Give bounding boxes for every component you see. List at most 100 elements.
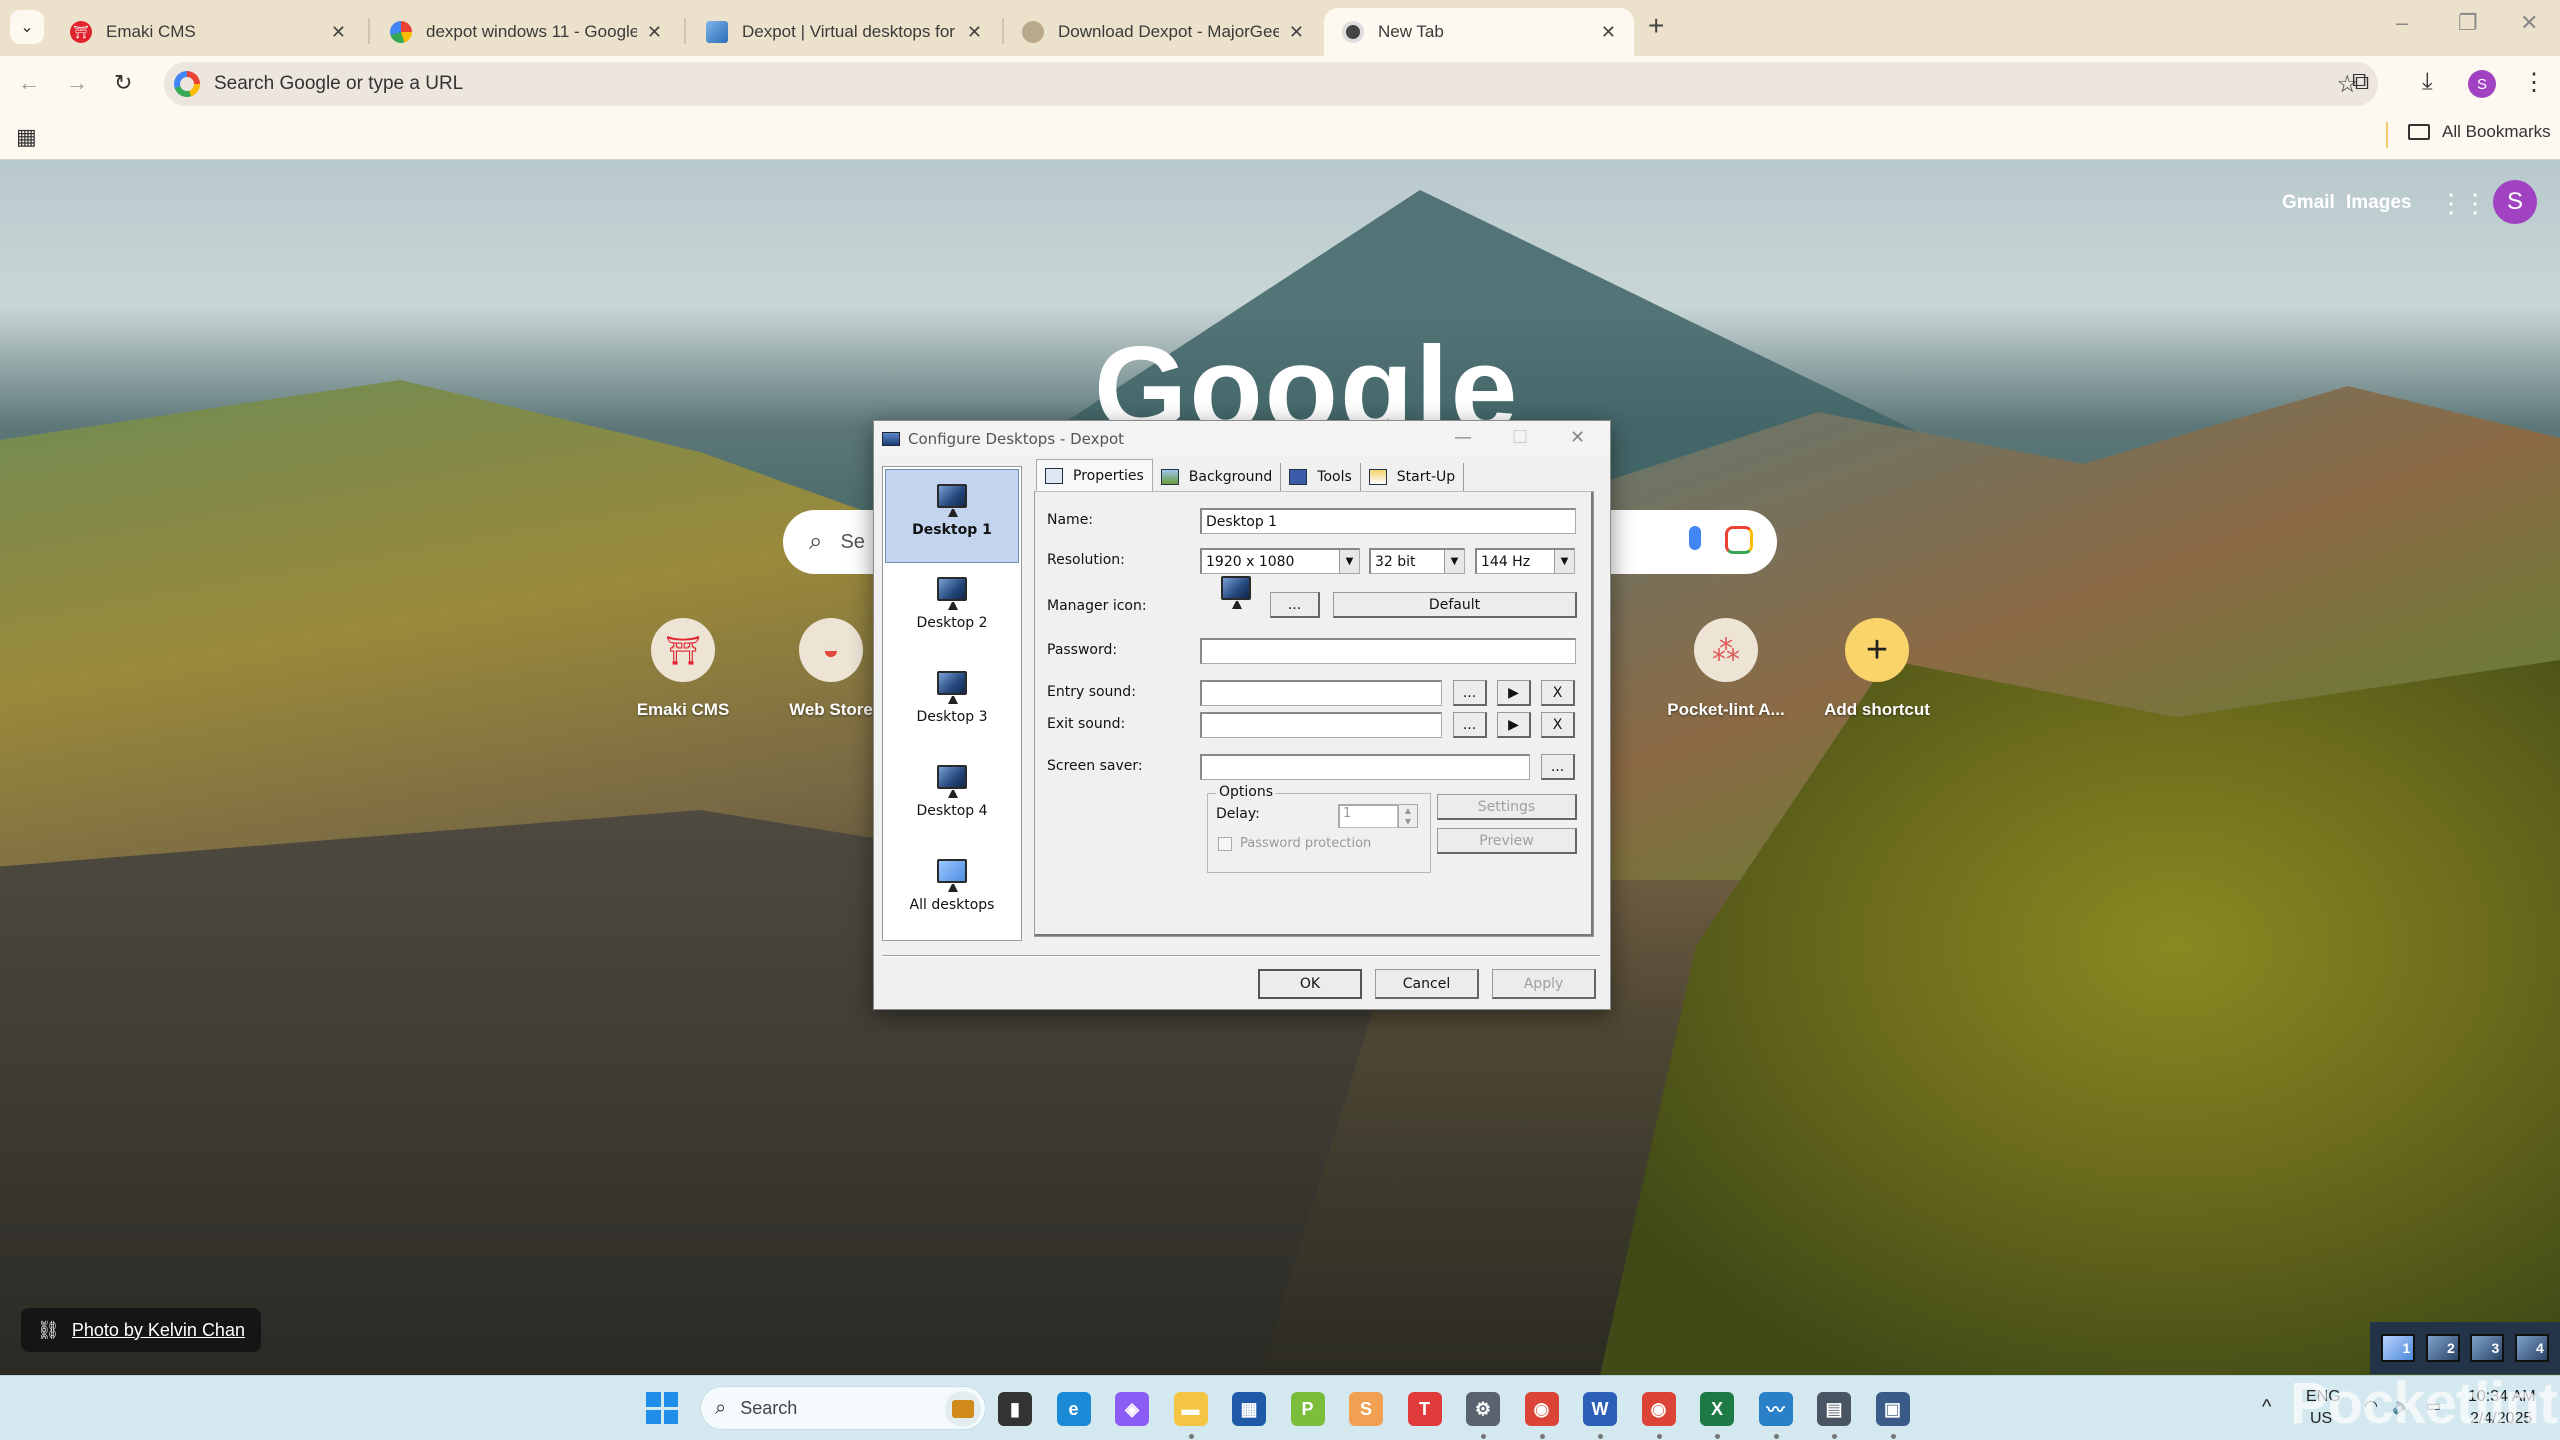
taskbar-app-edge[interactable]: e [1056,1392,1091,1426]
close-window-button[interactable]: ✕ [2520,10,2538,36]
taskbar-app-dexpot[interactable]: ▣ [1875,1392,1910,1426]
apps-grid-icon[interactable]: ▦ [16,124,37,150]
taskbar-app-app-t[interactable]: T [1407,1392,1442,1426]
desktop-item-3[interactable]: Desktop 3 [885,657,1019,751]
resolution-select[interactable]: 1920 x 1080 ▼ [1200,548,1360,574]
taskbar-app-app-s[interactable]: S [1349,1392,1383,1426]
restore-button[interactable]: ❐ [2458,10,2478,36]
exit-sound-play-button[interactable]: ▶ [1497,712,1531,738]
taskbar-app-microsoft-store[interactable]: ▦ [1232,1392,1266,1426]
entry-sound-input[interactable] [1200,680,1442,706]
background-image-icon [1160,469,1179,485]
taskbar-app-excel[interactable]: X [1700,1392,1734,1426]
profile-avatar[interactable]: S [2468,70,2496,98]
refresh-rate-value: 144 Hz [1481,554,1531,570]
tab-start-up[interactable]: Start-Up [1361,463,1465,491]
taskbar-search[interactable]: ⌕ Search [700,1386,986,1430]
tab-google-search[interactable]: dexpot windows 11 - Google Se ✕ [372,8,680,56]
switch-desktop-2[interactable]: 2 [2425,1334,2460,1362]
tab-close-icon[interactable]: ✕ [331,22,346,43]
show-hidden-icons-chevron[interactable]: ^ [2262,1396,2271,1419]
taskbar-app-file-explorer[interactable]: ▬ [1173,1392,1208,1426]
entry-sound-browse-button[interactable]: ... [1453,680,1487,706]
tab-majorgeeks[interactable]: Download Dexpot - MajorGeek ✕ [1004,8,1322,56]
reload-button[interactable]: ↻ [114,70,132,96]
tab-new-tab[interactable]: New Tab ✕ [1324,8,1634,56]
taskbar-app-chrome-profile[interactable]: ◉ [1641,1392,1676,1426]
exit-sound-browse-button[interactable]: ... [1453,712,1487,738]
ok-button[interactable]: OK [1258,969,1362,999]
taskbar-app-app-wave[interactable]: 〰 [1758,1392,1793,1426]
desktop-label: All desktops [909,897,995,913]
taskbar-app-copilot[interactable]: ◈ [1115,1392,1149,1426]
taskbar-app-chrome[interactable]: ◉ [1524,1392,1559,1426]
exit-sound-input[interactable] [1200,712,1442,738]
tab-search-button[interactable]: ⌄ [10,10,44,44]
add-shortcut-button[interactable]: + Add shortcut [1807,618,1947,720]
chrome-menu-icon[interactable]: ⋮ [2522,68,2546,97]
photo-credit-text[interactable]: Photo by Kelvin Chan [72,1320,245,1341]
shortcut-pocket-lint[interactable]: ⁂ Pocket-lint A... [1656,618,1796,720]
exit-sound-clear-button[interactable]: X [1541,712,1575,738]
taskbar-app-task-view[interactable]: ▮ [998,1392,1032,1426]
tab-tools[interactable]: Tools [1281,463,1361,491]
desktop-item-1[interactable]: Desktop 1 [885,469,1019,563]
refresh-rate-select[interactable]: 144 Hz ▼ [1475,548,1575,574]
monitor-icon [937,765,967,789]
dialog-titlebar[interactable]: Configure Desktops - Dexpot — ☐ ✕ [874,421,1610,457]
extensions-icon[interactable]: ⧉ [2352,68,2369,96]
desktop-item-2[interactable]: Desktop 2 [885,563,1019,657]
search-icon: ⌕ [715,1396,727,1419]
back-button[interactable]: ← [18,70,40,96]
google-account-avatar[interactable]: S [2493,180,2537,224]
tab-dexpot[interactable]: Dexpot | Virtual desktops for W ✕ [688,8,1000,56]
google-lens-icon[interactable] [1725,526,1753,554]
screen-saver-input[interactable] [1200,754,1530,780]
desktop-item-4[interactable]: Desktop 4 [885,751,1019,845]
images-link[interactable]: Images [2346,192,2411,214]
tab-properties[interactable]: Properties [1036,459,1153,491]
chrome-icon: ◉ [1533,1398,1550,1419]
switch-desktop-1[interactable]: 1 [2381,1334,2416,1362]
switch-desktop-3[interactable]: 3 [2470,1334,2505,1362]
search-icon: ⌕ [809,528,823,555]
tab-emaki-cms[interactable]: ⛩ Emaki CMS ✕ [52,8,364,56]
taskbar-app-settings[interactable]: ⚙ [1466,1392,1500,1426]
cancel-button[interactable]: Cancel [1375,969,1479,999]
tab-close-icon[interactable]: ✕ [1289,22,1304,43]
desktop-item-all[interactable]: All desktops [885,845,1019,939]
tab-background[interactable]: Background [1153,463,1282,491]
tab-close-icon[interactable]: ✕ [647,22,662,43]
dialog-close-button[interactable]: ✕ [1570,427,1585,448]
manager-icon-browse-button[interactable]: ... [1270,592,1320,618]
download-icon[interactable]: ⤓ [2422,68,2433,96]
name-input[interactable]: Desktop 1 [1200,508,1576,534]
taskbar-app-word[interactable]: W [1583,1392,1617,1426]
folder-icon [2408,124,2430,140]
dialog-minimize-button[interactable]: — [1454,427,1472,448]
color-depth-select[interactable]: 32 bit ▼ [1369,548,1465,574]
tab-label: Background [1188,469,1273,485]
shortcut-emaki-cms[interactable]: ⛩ Emaki CMS [613,618,753,720]
new-tab-button[interactable]: + [1648,10,1664,42]
password-protection-label: Password protection [1240,836,1372,851]
address-bar[interactable]: Search Google or type a URL ☆ [164,62,2378,106]
photo-credit-link[interactable]: ⛓ Photo by Kelvin Chan [21,1308,261,1352]
screen-saver-browse-button[interactable]: ... [1541,754,1575,780]
minimize-button[interactable]: – [2396,10,2408,36]
taskbar-app-calculator[interactable]: ▤ [1817,1392,1851,1426]
forward-button[interactable]: → [66,70,88,96]
voice-search-icon[interactable] [1689,526,1701,550]
switch-desktop-4[interactable]: 4 [2514,1334,2549,1362]
entry-sound-clear-button[interactable]: X [1541,680,1575,706]
monitor-icon [937,484,967,508]
gmail-link[interactable]: Gmail [2282,192,2335,214]
tab-close-icon[interactable]: ✕ [967,22,982,43]
taskbar-app-app-p[interactable]: P [1290,1392,1325,1426]
manager-icon-default-button[interactable]: Default [1333,592,1577,618]
password-input[interactable] [1200,638,1576,664]
start-button[interactable] [646,1392,678,1424]
entry-sound-play-button[interactable]: ▶ [1497,680,1531,706]
tab-close-icon[interactable]: ✕ [1601,22,1616,43]
all-bookmarks-button[interactable]: All Bookmarks [2408,122,2551,142]
